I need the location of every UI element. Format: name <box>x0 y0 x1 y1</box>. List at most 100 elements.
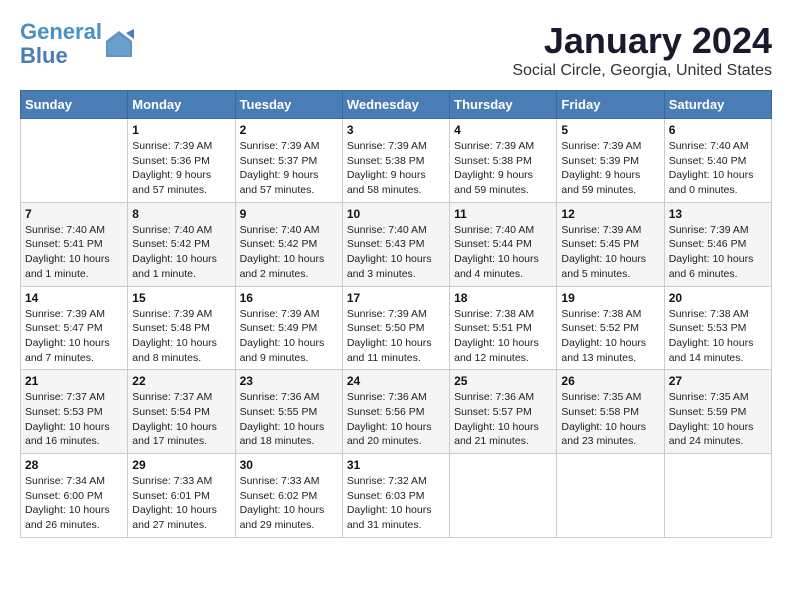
location: Social Circle, Georgia, United States <box>512 62 772 80</box>
day-number: 6 <box>669 123 767 137</box>
day-number: 1 <box>132 123 230 137</box>
day-number: 4 <box>454 123 552 137</box>
weekday-sunday: Sunday <box>21 91 128 119</box>
day-info: Sunrise: 7:36 AMSunset: 5:55 PMDaylight:… <box>240 390 338 449</box>
day-number: 9 <box>240 207 338 221</box>
day-number: 19 <box>561 291 659 305</box>
day-info: Sunrise: 7:39 AMSunset: 5:47 PMDaylight:… <box>25 307 123 366</box>
weekday-wednesday: Wednesday <box>342 91 449 119</box>
logo-text: GeneralBlue <box>20 20 102 68</box>
day-info: Sunrise: 7:38 AMSunset: 5:53 PMDaylight:… <box>669 307 767 366</box>
day-number: 13 <box>669 207 767 221</box>
day-info: Sunrise: 7:35 AMSunset: 5:59 PMDaylight:… <box>669 390 767 449</box>
calendar-cell: 2 Sunrise: 7:39 AMSunset: 5:37 PMDaylight… <box>235 119 342 203</box>
calendar-body: 1 Sunrise: 7:39 AMSunset: 5:36 PMDaylight… <box>21 119 772 538</box>
week-row-5: 28 Sunrise: 7:34 AMSunset: 6:00 PMDayligh… <box>21 454 772 538</box>
day-number: 28 <box>25 458 123 472</box>
month-title: January 2024 <box>512 20 772 62</box>
day-number: 29 <box>132 458 230 472</box>
calendar-cell: 7 Sunrise: 7:40 AMSunset: 5:41 PMDaylight… <box>21 202 128 286</box>
day-number: 24 <box>347 374 445 388</box>
calendar-cell: 21Sunrise: 7:37 AMSunset: 5:53 PMDayligh… <box>21 370 128 454</box>
day-info: Sunrise: 7:40 AMSunset: 5:41 PMDaylight:… <box>25 223 123 282</box>
calendar-cell: 23 Sunrise: 7:36 AMSunset: 5:55 PMDayligh… <box>235 370 342 454</box>
calendar-cell: 6 Sunrise: 7:40 AMSunset: 5:40 PMDaylight… <box>664 119 771 203</box>
day-number: 2 <box>240 123 338 137</box>
day-info: Sunrise: 7:40 AMSunset: 5:43 PMDaylight:… <box>347 223 445 282</box>
calendar-cell <box>450 454 557 538</box>
day-number: 31 <box>347 458 445 472</box>
calendar-cell: 28 Sunrise: 7:34 AMSunset: 6:00 PMDayligh… <box>21 454 128 538</box>
day-number: 22 <box>132 374 230 388</box>
calendar-cell <box>664 454 771 538</box>
day-info: Sunrise: 7:36 AMSunset: 5:56 PMDaylight:… <box>347 390 445 449</box>
day-info: Sunrise: 7:39 AMSunset: 5:38 PMDaylight:… <box>347 139 445 198</box>
day-info: Sunrise: 7:37 AMSunset: 5:53 PMDaylight:… <box>25 390 123 449</box>
day-number: 27 <box>669 374 767 388</box>
day-info: Sunrise: 7:39 AMSunset: 5:39 PMDaylight:… <box>561 139 659 198</box>
calendar-cell: 10 Sunrise: 7:40 AMSunset: 5:43 PMDayligh… <box>342 202 449 286</box>
day-info: Sunrise: 7:33 AMSunset: 6:02 PMDaylight:… <box>240 474 338 533</box>
day-number: 15 <box>132 291 230 305</box>
calendar-cell: 3 Sunrise: 7:39 AMSunset: 5:38 PMDaylight… <box>342 119 449 203</box>
calendar-cell: 11Sunrise: 7:40 AMSunset: 5:44 PMDayligh… <box>450 202 557 286</box>
day-info: Sunrise: 7:39 AMSunset: 5:46 PMDaylight:… <box>669 223 767 282</box>
week-row-1: 1 Sunrise: 7:39 AMSunset: 5:36 PMDaylight… <box>21 119 772 203</box>
calendar-cell: 5Sunrise: 7:39 AMSunset: 5:39 PMDaylight… <box>557 119 664 203</box>
weekday-saturday: Saturday <box>664 91 771 119</box>
day-number: 25 <box>454 374 552 388</box>
day-info: Sunrise: 7:33 AMSunset: 6:01 PMDaylight:… <box>132 474 230 533</box>
weekday-header-row: SundayMondayTuesdayWednesdayThursdayFrid… <box>21 91 772 119</box>
calendar-cell: 30 Sunrise: 7:33 AMSunset: 6:02 PMDayligh… <box>235 454 342 538</box>
day-info: Sunrise: 7:39 AMSunset: 5:37 PMDaylight:… <box>240 139 338 198</box>
logo: GeneralBlue <box>20 20 134 68</box>
day-info: Sunrise: 7:39 AMSunset: 5:49 PMDaylight:… <box>240 307 338 366</box>
day-info: Sunrise: 7:38 AMSunset: 5:52 PMDaylight:… <box>561 307 659 366</box>
day-number: 30 <box>240 458 338 472</box>
calendar-cell: 15 Sunrise: 7:39 AMSunset: 5:48 PMDayligh… <box>128 286 235 370</box>
day-info: Sunrise: 7:39 AMSunset: 5:48 PMDaylight:… <box>132 307 230 366</box>
weekday-friday: Friday <box>557 91 664 119</box>
week-row-3: 14 Sunrise: 7:39 AMSunset: 5:47 PMDayligh… <box>21 286 772 370</box>
page-header: GeneralBlue January 2024 Social Circle, … <box>20 20 772 80</box>
day-info: Sunrise: 7:40 AMSunset: 5:42 PMDaylight:… <box>240 223 338 282</box>
day-number: 3 <box>347 123 445 137</box>
calendar-cell: 22Sunrise: 7:37 AMSunset: 5:54 PMDayligh… <box>128 370 235 454</box>
day-number: 12 <box>561 207 659 221</box>
day-number: 8 <box>132 207 230 221</box>
weekday-tuesday: Tuesday <box>235 91 342 119</box>
day-number: 14 <box>25 291 123 305</box>
week-row-2: 7 Sunrise: 7:40 AMSunset: 5:41 PMDaylight… <box>21 202 772 286</box>
day-number: 7 <box>25 207 123 221</box>
day-info: Sunrise: 7:40 AMSunset: 5:44 PMDaylight:… <box>454 223 552 282</box>
day-number: 20 <box>669 291 767 305</box>
day-info: Sunrise: 7:32 AMSunset: 6:03 PMDaylight:… <box>347 474 445 533</box>
calendar-cell: 18 Sunrise: 7:38 AMSunset: 5:51 PMDayligh… <box>450 286 557 370</box>
week-row-4: 21Sunrise: 7:37 AMSunset: 5:53 PMDayligh… <box>21 370 772 454</box>
day-number: 10 <box>347 207 445 221</box>
calendar-cell: 16 Sunrise: 7:39 AMSunset: 5:49 PMDayligh… <box>235 286 342 370</box>
day-info: Sunrise: 7:38 AMSunset: 5:51 PMDaylight:… <box>454 307 552 366</box>
calendar-cell: 17 Sunrise: 7:39 AMSunset: 5:50 PMDayligh… <box>342 286 449 370</box>
day-number: 18 <box>454 291 552 305</box>
day-number: 16 <box>240 291 338 305</box>
day-number: 26 <box>561 374 659 388</box>
calendar-cell: 13 Sunrise: 7:39 AMSunset: 5:46 PMDayligh… <box>664 202 771 286</box>
calendar-cell: 24 Sunrise: 7:36 AMSunset: 5:56 PMDayligh… <box>342 370 449 454</box>
day-info: Sunrise: 7:39 AMSunset: 5:36 PMDaylight:… <box>132 139 230 198</box>
day-number: 17 <box>347 291 445 305</box>
calendar-cell: 1 Sunrise: 7:39 AMSunset: 5:36 PMDaylight… <box>128 119 235 203</box>
logo-icon <box>104 29 134 59</box>
calendar-cell <box>21 119 128 203</box>
calendar-cell: 20 Sunrise: 7:38 AMSunset: 5:53 PMDayligh… <box>664 286 771 370</box>
calendar-cell: 14 Sunrise: 7:39 AMSunset: 5:47 PMDayligh… <box>21 286 128 370</box>
day-info: Sunrise: 7:34 AMSunset: 6:00 PMDaylight:… <box>25 474 123 533</box>
calendar-cell: 9 Sunrise: 7:40 AMSunset: 5:42 PMDaylight… <box>235 202 342 286</box>
calendar-cell: 27 Sunrise: 7:35 AMSunset: 5:59 PMDayligh… <box>664 370 771 454</box>
day-info: Sunrise: 7:39 AMSunset: 5:50 PMDaylight:… <box>347 307 445 366</box>
day-info: Sunrise: 7:40 AMSunset: 5:40 PMDaylight:… <box>669 139 767 198</box>
calendar-cell: 4Sunrise: 7:39 AMSunset: 5:38 PMDaylight… <box>450 119 557 203</box>
weekday-monday: Monday <box>128 91 235 119</box>
calendar-cell: 29 Sunrise: 7:33 AMSunset: 6:01 PMDayligh… <box>128 454 235 538</box>
day-number: 23 <box>240 374 338 388</box>
